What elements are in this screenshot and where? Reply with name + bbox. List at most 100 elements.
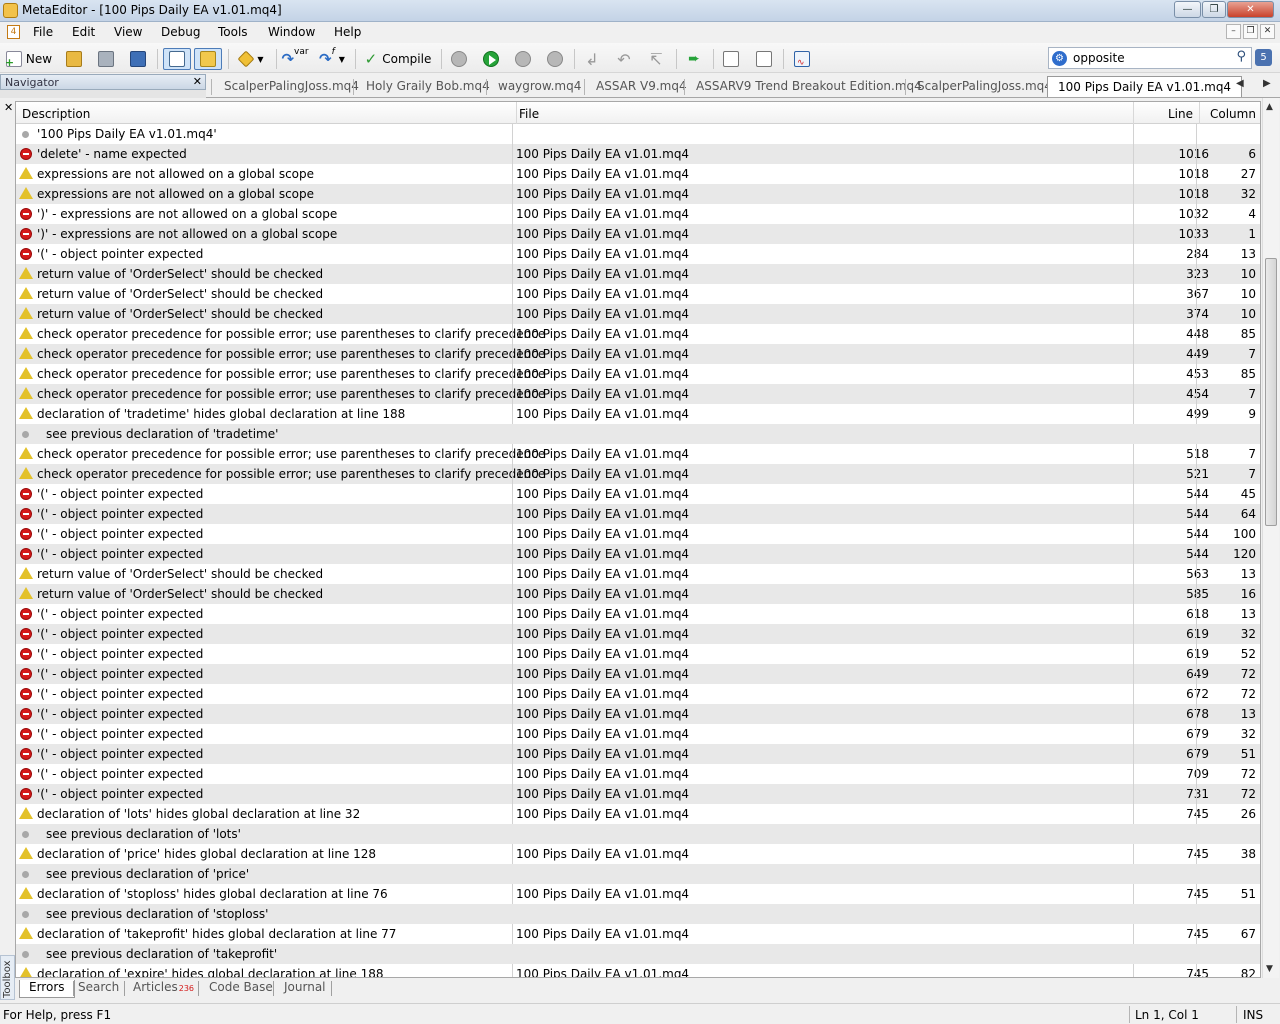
menu-help[interactable]: Help [334, 25, 361, 39]
minimize-button[interactable]: — [1174, 1, 1201, 18]
find-in-files-button[interactable] [752, 48, 776, 70]
navigator-toggle-button[interactable] [163, 48, 191, 70]
header-column[interactable]: Column [1210, 107, 1256, 121]
search-settings-gear-icon[interactable]: ⚙ [1052, 51, 1067, 66]
table-row[interactable]: '(' - object pointer expected 100 Pips Da… [16, 504, 1260, 524]
close-toolbox-icon[interactable]: ✕ [4, 101, 13, 114]
table-row[interactable]: declaration of 'expire' hides global dec… [16, 964, 1260, 977]
menu-edit[interactable]: Edit [72, 25, 95, 39]
table-row[interactable]: '(' - object pointer expected 100 Pips Da… [16, 484, 1260, 504]
menu-debug[interactable]: Debug [161, 25, 200, 39]
step-over-button[interactable]: ↶ [612, 48, 636, 70]
table-row[interactable]: check operator precedence for possible e… [16, 324, 1260, 344]
tab-assarv9-trend-breakout[interactable]: ASSARV9 Trend Breakout Edition.mq4 [696, 77, 922, 97]
tab-code-base[interactable]: Code Base [205, 980, 277, 998]
terminal-button[interactable]: ∿ [789, 48, 815, 70]
mdi-restore-button[interactable]: ❐ [1243, 24, 1258, 39]
table-row[interactable]: ')' - expressions are not allowed on a g… [16, 224, 1260, 244]
header-description[interactable]: Description [22, 107, 90, 121]
tab-scalperpalingjoss[interactable]: ScalperPalingJoss.mq4 [224, 77, 359, 97]
menu-file[interactable]: File [33, 25, 53, 39]
header-file[interactable]: File [519, 107, 539, 121]
open-button[interactable] [62, 48, 86, 70]
table-row[interactable]: expressions are not allowed on a global … [16, 164, 1260, 184]
table-row[interactable]: declaration of 'stoploss' hides global d… [16, 884, 1260, 904]
table-row[interactable]: check operator precedence for possible e… [16, 344, 1260, 364]
compile-button[interactable]: ✓ Compile [361, 48, 435, 70]
table-row[interactable]: '(' - object pointer expected 100 Pips Da… [16, 644, 1260, 664]
table-row[interactable]: see previous declaration of 'lots' [16, 824, 1260, 844]
tab-articles[interactable]: Articles236 [129, 980, 198, 998]
table-row[interactable]: return value of 'OrderSelect' should be … [16, 564, 1260, 584]
profiling-button[interactable] [719, 48, 743, 70]
table-row[interactable]: see previous declaration of 'price' [16, 864, 1260, 884]
new-button[interactable]: + New [3, 48, 55, 70]
pause-button[interactable] [511, 48, 535, 70]
save-button[interactable] [94, 48, 118, 70]
tab-search[interactable]: Search [74, 980, 123, 998]
table-row[interactable]: '(' - object pointer expected 100 Pips Da… [16, 764, 1260, 784]
scroll-down-icon[interactable]: ▼ [1266, 964, 1273, 974]
table-row[interactable]: declaration of 'lots' hides global decla… [16, 804, 1260, 824]
menu-window[interactable]: Window [268, 25, 315, 39]
table-row[interactable]: check operator precedence for possible e… [16, 384, 1260, 404]
table-row[interactable]: '(' - object pointer expected 100 Pips Da… [16, 744, 1260, 764]
tab-assar-v9[interactable]: ASSAR V9.mq4 [596, 77, 687, 97]
table-row[interactable]: declaration of 'tradetime' hides global … [16, 404, 1260, 424]
tab-scroll-right-icon[interactable]: ▶ [1263, 78, 1271, 89]
table-row[interactable]: see previous declaration of 'takeprofit' [16, 944, 1260, 964]
step-out-button[interactable]: ↸ [644, 48, 668, 70]
table-row[interactable]: see previous declaration of 'tradetime' [16, 424, 1260, 444]
vertical-scrollbar[interactable]: ▲ ▼ [1262, 98, 1279, 978]
table-row[interactable]: return value of 'OrderSelect' should be … [16, 284, 1260, 304]
toolbox-rail[interactable]: Toolbox [0, 955, 15, 1000]
table-row[interactable]: check operator precedence for possible e… [16, 464, 1260, 484]
navigator-close-icon[interactable]: ✕ [193, 75, 202, 88]
insert-function-button[interactable]: ↷ f ▼ [314, 47, 350, 70]
tab-100-pips-daily-ea[interactable]: 100 Pips Daily EA v1.01.mq4 [1047, 76, 1243, 97]
table-row[interactable]: declaration of 'takeprofit' hides global… [16, 924, 1260, 944]
step-into-button[interactable]: ↲ [580, 48, 604, 70]
menu-tools[interactable]: Tools [218, 25, 248, 39]
close-window-button[interactable]: ✕ [1227, 1, 1274, 18]
maximize-button[interactable]: ❐ [1202, 1, 1226, 18]
table-row[interactable]: '(' - object pointer expected 100 Pips Da… [16, 604, 1260, 624]
mdi-close-button[interactable]: ✕ [1260, 24, 1275, 39]
tab-waygrow[interactable]: waygrow.mq4 [498, 77, 581, 97]
table-row[interactable]: '(' - object pointer expected 100 Pips Da… [16, 704, 1260, 724]
toolbox-toggle-button[interactable] [194, 48, 222, 70]
table-row[interactable]: return value of 'OrderSelect' should be … [16, 264, 1260, 284]
table-row[interactable]: '(' - object pointer expected 100 Pips Da… [16, 724, 1260, 744]
table-row[interactable]: ')' - expressions are not allowed on a g… [16, 204, 1260, 224]
table-row[interactable]: see previous declaration of 'stoploss' [16, 904, 1260, 924]
menu-view[interactable]: View [114, 25, 142, 39]
tab-scroll-left-icon[interactable]: ◀ [1236, 78, 1244, 89]
table-row[interactable]: return value of 'OrderSelect' should be … [16, 304, 1260, 324]
table-row[interactable]: '(' - object pointer expected 100 Pips Da… [16, 664, 1260, 684]
table-row[interactable]: '(' - object pointer expected 100 Pips Da… [16, 684, 1260, 704]
table-row[interactable]: check operator precedence for possible e… [16, 364, 1260, 384]
save-all-button[interactable] [126, 48, 150, 70]
tab-journal[interactable]: Journal [280, 980, 330, 998]
scroll-up-icon[interactable]: ▲ [1266, 102, 1273, 112]
table-row[interactable]: '100 Pips Daily EA v1.01.mq4' [16, 124, 1260, 144]
header-line[interactable]: Line [1168, 107, 1193, 121]
tab-holy-graily-bob[interactable]: Holy Graily Bob.mq4 [366, 77, 490, 97]
table-row[interactable]: declaration of 'price' hides global decl… [16, 844, 1260, 864]
start-debug-history-button[interactable] [447, 48, 471, 70]
table-row[interactable]: '(' - object pointer expected 100 Pips Da… [16, 624, 1260, 644]
run-to-cursor-button[interactable]: ➨ [682, 48, 706, 70]
stop-button[interactable] [543, 48, 567, 70]
search-icon[interactable]: ⚲ [1236, 49, 1246, 64]
search-box[interactable]: ⚙ ⚲ [1048, 47, 1252, 69]
notifications-icon[interactable]: 5 [1255, 49, 1272, 66]
table-row[interactable]: return value of 'OrderSelect' should be … [16, 584, 1260, 604]
scrollbar-thumb[interactable] [1265, 258, 1277, 526]
start-debug-button[interactable] [479, 48, 503, 70]
tab-scalperpalingjoss-2[interactable]: ScalperPalingJoss.mq4 [917, 77, 1052, 97]
table-row[interactable]: '(' - object pointer expected 100 Pips Da… [16, 544, 1260, 564]
document-icon[interactable]: 4 [7, 25, 20, 39]
tab-errors[interactable]: Errors [19, 980, 75, 998]
search-input[interactable] [1073, 50, 1223, 66]
mdi-minimize-button[interactable]: – [1226, 24, 1241, 39]
